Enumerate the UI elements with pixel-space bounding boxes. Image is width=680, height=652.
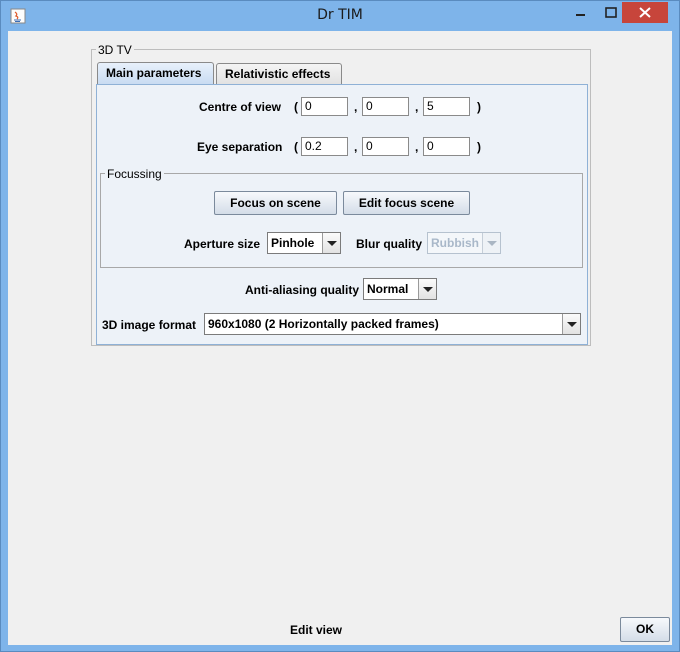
image-format-value: 960x1080 (2 Horizontally packed frames) <box>208 317 439 331</box>
maximize-icon <box>605 7 617 18</box>
comma: , <box>415 140 419 154</box>
centre-of-view-y-field[interactable]: 0 <box>362 97 409 116</box>
anti-aliasing-value: Normal <box>367 282 409 296</box>
app-window: Dr TIM 3D TV Main parameters Relativisti… <box>0 0 680 652</box>
blur-quality-label: Blur quality <box>356 237 423 251</box>
eye-separation-y-field[interactable]: 0 <box>362 137 409 156</box>
comma: , <box>415 100 419 114</box>
blur-quality-dropdown: Rubbish <box>427 232 501 254</box>
eye-separation-label: Eye separation <box>197 140 283 154</box>
status-label: Edit view <box>290 623 343 637</box>
close-button[interactable] <box>622 2 668 23</box>
aperture-size-dropdown[interactable]: Pinhole <box>267 232 341 254</box>
close-paren: ) <box>477 100 481 114</box>
dialog-content: 3D TV Main parameters Relativistic effec… <box>8 31 672 645</box>
comma: , <box>354 140 358 154</box>
open-paren: ( <box>294 140 298 154</box>
comma: , <box>354 100 358 114</box>
aperture-size-label: Aperture size <box>184 237 261 251</box>
focussing-title: Focussing <box>105 167 164 181</box>
close-icon <box>639 7 651 18</box>
anti-aliasing-dropdown[interactable]: Normal <box>363 278 437 300</box>
group-3d-tv-title: 3D TV <box>96 43 134 57</box>
chevron-down-icon[interactable] <box>418 279 436 299</box>
chevron-down-icon[interactable] <box>562 314 580 334</box>
image-format-label: 3D image format <box>102 318 197 332</box>
tab-relativistic-effects[interactable]: Relativistic effects <box>216 63 342 84</box>
maximize-button[interactable] <box>597 2 625 23</box>
centre-of-view-x-field[interactable]: 0 <box>301 97 348 116</box>
eye-separation-x-field[interactable]: 0.2 <box>301 137 348 156</box>
tab-main-parameters[interactable]: Main parameters <box>97 62 214 84</box>
centre-of-view-z-field[interactable]: 5 <box>423 97 470 116</box>
anti-aliasing-label: Anti-aliasing quality <box>245 283 360 297</box>
chevron-down-icon <box>482 233 500 253</box>
eye-separation-z-field[interactable]: 0 <box>423 137 470 156</box>
tab-panel-main-parameters: Centre of view ( 0 , 0 , 5 ) Eye separat… <box>96 84 588 345</box>
minimize-icon <box>576 14 585 16</box>
chevron-down-icon[interactable] <box>322 233 340 253</box>
focus-on-scene-button[interactable]: Focus on scene <box>214 191 337 215</box>
close-paren: ) <box>477 140 481 154</box>
group-3d-tv: 3D TV Main parameters Relativistic effec… <box>91 44 591 346</box>
edit-focus-scene-button[interactable]: Edit focus scene <box>343 191 470 215</box>
ok-button[interactable]: OK <box>620 617 670 642</box>
aperture-size-value: Pinhole <box>271 236 315 250</box>
title-bar[interactable]: Dr TIM <box>1 1 679 31</box>
open-paren: ( <box>294 100 298 114</box>
blur-quality-value: Rubbish <box>431 236 479 250</box>
minimize-button[interactable] <box>567 2 595 23</box>
centre-of-view-label: Centre of view <box>199 100 282 114</box>
group-focussing: Focussing Focus on scene Edit focus scen… <box>100 168 583 268</box>
image-format-dropdown[interactable]: 960x1080 (2 Horizontally packed frames) <box>204 313 581 335</box>
